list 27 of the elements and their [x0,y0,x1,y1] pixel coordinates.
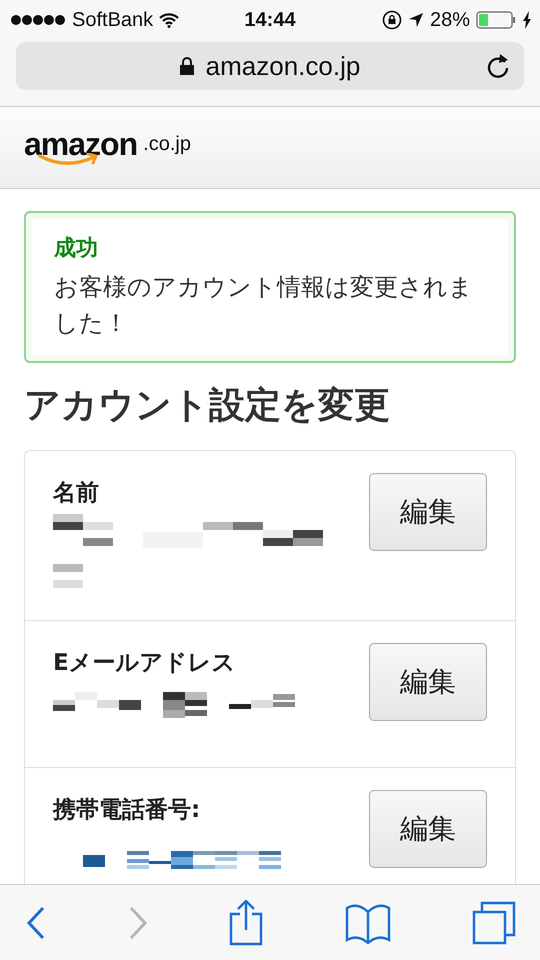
signal-icon [10,14,66,26]
edit-button[interactable]: 編集 [369,790,487,868]
rotation-lock-icon [382,10,402,30]
lock-icon [180,57,194,75]
wifi-icon [159,12,180,28]
back-icon[interactable] [26,906,46,940]
page-heading: アカウント設定を変更 [24,384,391,428]
share-icon[interactable] [229,900,263,946]
alert-message: お客様のアカウント情報は変更されました！ [54,272,474,339]
location-arrow-icon [408,12,424,28]
battery-percent: 28% [430,8,470,32]
charging-bolt-icon [522,11,532,29]
setting-label: 携帯電話番号: [53,796,202,825]
clock-time: 14:44 [243,8,297,32]
amazon-logo[interactable]: amazon [24,128,138,166]
setting-label: Eメールアドレス [53,649,237,678]
tabs-icon[interactable] [472,900,516,944]
battery-icon [476,11,516,29]
edit-button[interactable]: 編集 [369,643,487,721]
domain-suffix: .co.jp [143,133,191,156]
book-icon[interactable] [344,902,390,944]
address-bar[interactable]: amazon.co.jp [16,42,524,90]
carrier-name: SoftBank [72,8,154,32]
alert-title: 成功 [54,235,99,263]
setting-label: 名前 [53,479,100,508]
edit-button[interactable]: 編集 [369,473,487,551]
reload-icon[interactable] [486,53,510,79]
